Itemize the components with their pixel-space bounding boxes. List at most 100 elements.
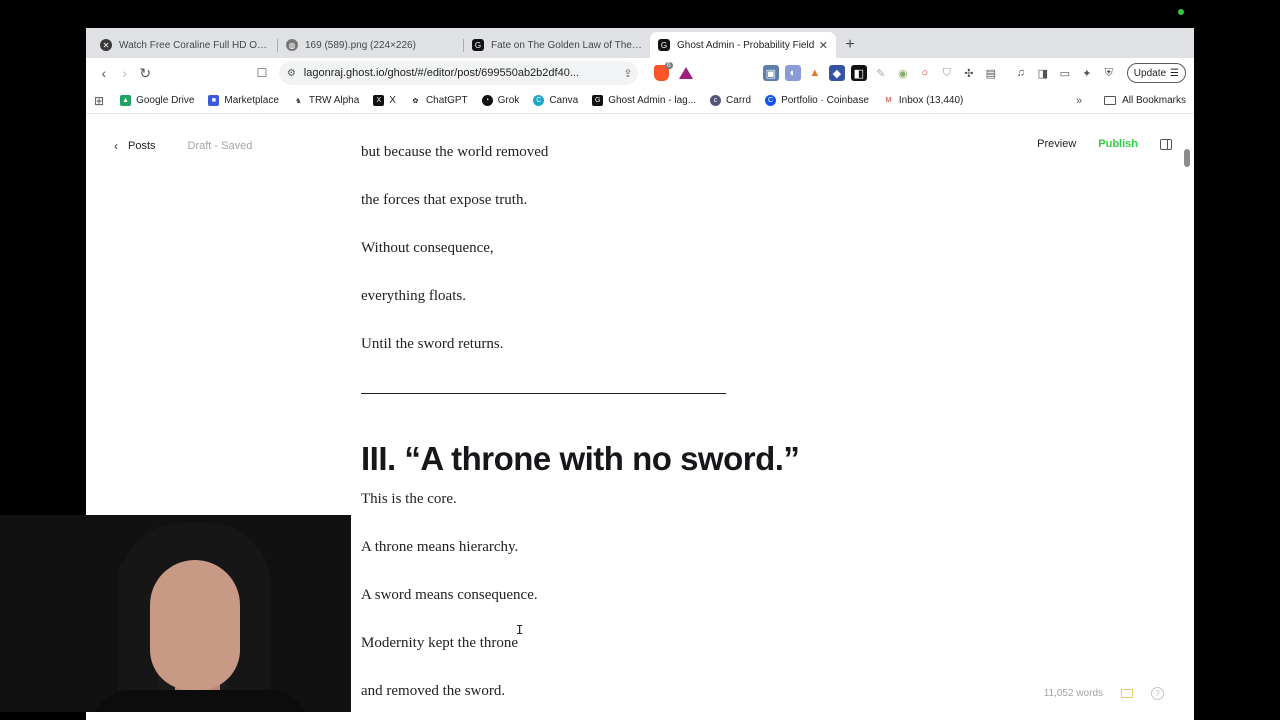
bookmark-label: ChatGPT	[425, 95, 468, 106]
tab-title: 169 (589).png (224×226)	[305, 39, 416, 51]
editor-left-nav: ‹ Posts Draft - Saved	[114, 139, 252, 153]
bookmarks-right: » All Bookmarks	[1076, 95, 1186, 107]
canva-icon: C	[533, 95, 545, 106]
site-settings-icon[interactable]: ⚙	[287, 68, 296, 79]
address-bar[interactable]: ⚙ lagonraj.ghost.io/ghost/#/editor/post/…	[278, 61, 639, 85]
paragraph[interactable]: everything floats.	[361, 288, 466, 305]
tab-title: Watch Free Coraline Full HD Online	[119, 39, 270, 51]
close-icon[interactable]: ✕	[819, 39, 828, 52]
posts-link[interactable]: Posts	[128, 140, 156, 152]
chevron-double-right-icon[interactable]: »	[1076, 95, 1082, 107]
reader-icon[interactable]: ▤	[983, 65, 999, 81]
opera-icon[interactable]: ○	[917, 65, 933, 81]
tab-title: Fate on The Golden Law of The Un	[491, 39, 642, 51]
bookmark-label: Carrd	[726, 95, 752, 106]
bookmark-icon[interactable]: ☐	[252, 62, 272, 84]
bookmark-label: Portfolio · Coinbase	[781, 95, 869, 106]
screenshot-extension-icon[interactable]: ▣	[762, 65, 779, 81]
bookmark-label: Canva	[549, 95, 579, 106]
extensions-row: ▣ ◐ ▲ ◆ ◧ ✎ ◉ ○ ⛉ ✣ ▤ ♫ ◨ ▭ ✦ ⛨	[762, 65, 1117, 81]
media-icon[interactable]: ♫	[1013, 65, 1029, 81]
shield-icon[interactable]: ⛉	[939, 65, 955, 81]
horizontal-rule	[361, 393, 726, 394]
forward-arrow-icon[interactable]: ›	[115, 62, 135, 84]
bookmark-marketplace[interactable]: ■ Marketplace	[208, 95, 279, 106]
ghost-icon: G	[592, 95, 604, 106]
trw-icon: ♞	[292, 95, 304, 106]
x-circle-icon: ✕	[100, 39, 112, 51]
share-icon[interactable]: ⇪	[623, 67, 632, 80]
google-drive-icon: ▲	[120, 95, 132, 106]
browser-toolbar: ‹ › ↻ ☐ ⚙ lagonraj.ghost.io/ghost/#/edit…	[86, 58, 1194, 88]
metamask-icon[interactable]: ▲	[807, 65, 823, 81]
globe-icon: ◍	[286, 39, 298, 51]
leo-ai-icon[interactable]: ✦	[1079, 65, 1095, 81]
tab-fate[interactable]: G Fate on The Golden Law of The Un	[464, 32, 650, 58]
section-heading[interactable]: III. “A throne with no sword.”	[361, 440, 800, 478]
webcam-person-shirt	[90, 690, 310, 712]
bookmark-grok[interactable]: ◔ Grok	[481, 95, 520, 106]
brave-shields-icon[interactable]: 6	[654, 62, 673, 81]
paragraph[interactable]: the forces that expose truth.	[361, 192, 527, 209]
tab-title: Ghost Admin - Probability Field	[677, 39, 815, 51]
paragraph[interactable]: and removed the sword.	[361, 683, 505, 700]
publish-button[interactable]: Publish	[1098, 138, 1138, 150]
tab-png[interactable]: ◍ 169 (589).png (224×226)	[278, 32, 464, 58]
tab-coraline[interactable]: ✕ Watch Free Coraline Full HD Online	[92, 32, 278, 58]
sidebar-icon[interactable]: ◨	[1035, 65, 1051, 81]
apps-grid-icon[interactable]: ⊞	[94, 94, 104, 108]
paragraph[interactable]: Without consequence,	[361, 240, 494, 257]
paragraph[interactable]: A throne means hierarchy.	[361, 539, 518, 556]
editor-right-nav: Preview Publish	[1037, 138, 1172, 150]
pen-icon[interactable]: ✎	[873, 65, 889, 81]
bookmark-coinbase[interactable]: C Portfolio · Coinbase	[765, 95, 869, 106]
bookmark-chatgpt[interactable]: ✿ ChatGPT	[409, 95, 468, 106]
marketplace-icon: ■	[208, 95, 220, 106]
x-logo-icon: X	[373, 95, 385, 106]
bookmark-ghost-admin[interactable]: G Ghost Admin - lag...	[592, 95, 696, 106]
extension-icon[interactable]: ◆	[828, 65, 845, 81]
scrollbar-thumb[interactable]	[1184, 149, 1190, 167]
chevron-left-icon[interactable]: ‹	[114, 139, 118, 153]
paragraph[interactable]: but because the world removed	[361, 144, 548, 161]
reload-icon[interactable]: ↻	[135, 62, 155, 84]
email-icon[interactable]	[1121, 689, 1133, 698]
update-button[interactable]: Update ☰	[1126, 63, 1187, 83]
bookmark-carrd[interactable]: c Carrd	[710, 95, 751, 106]
all-bookmarks-button[interactable]: All Bookmarks	[1122, 95, 1186, 106]
menu-icon: ☰	[1170, 67, 1180, 79]
paragraph[interactable]: Until the sword returns.	[361, 336, 503, 353]
text-cursor-icon: I	[516, 623, 524, 637]
bookmark-google-drive[interactable]: ▲ Google Drive	[120, 95, 194, 106]
bookmark-label: Grok	[497, 95, 520, 106]
tab-ghost-admin[interactable]: G Ghost Admin - Probability Field ✕	[650, 32, 836, 58]
bookmark-trw-alpha[interactable]: ♞ TRW Alpha	[292, 95, 359, 106]
paragraph[interactable]: This is the core.	[361, 491, 457, 508]
preview-button[interactable]: Preview	[1037, 138, 1076, 150]
gmail-icon: M	[882, 95, 894, 106]
folder-icon	[1104, 96, 1117, 105]
puzzle-icon[interactable]: ✣	[961, 65, 977, 81]
bookmark-x[interactable]: XX	[373, 95, 396, 106]
ghost-icon: G	[472, 39, 484, 51]
ghost-icon: G	[658, 39, 670, 51]
wallet-icon[interactable]: ▭	[1057, 65, 1073, 81]
extension-icon[interactable]: ◧	[850, 65, 867, 81]
editor-footer: 11,052 words ?	[1044, 687, 1164, 700]
webcam-person-face	[150, 560, 240, 690]
bookmark-label: Inbox (13,440)	[898, 95, 964, 106]
brave-rewards-icon[interactable]	[678, 67, 693, 79]
paragraph[interactable]: A sword means consequence.	[361, 587, 538, 604]
bookmark-label: X	[389, 95, 396, 106]
extension-icon[interactable]: ◐	[784, 65, 801, 81]
vpn-icon[interactable]: ⛨	[1101, 65, 1117, 81]
bookmark-gmail-inbox[interactable]: M Inbox (13,440)	[882, 95, 964, 106]
bookmark-canva[interactable]: C Canva	[533, 95, 578, 106]
back-arrow-icon[interactable]: ‹	[94, 62, 114, 84]
new-tab-button[interactable]: +	[836, 32, 864, 58]
shields-count: 6	[664, 62, 673, 69]
help-icon[interactable]: ?	[1151, 687, 1164, 700]
settings-sidebar-icon[interactable]	[1160, 138, 1172, 150]
paragraph[interactable]: Modernity kept the throne	[361, 635, 518, 652]
extension-icon[interactable]: ◉	[895, 65, 911, 81]
